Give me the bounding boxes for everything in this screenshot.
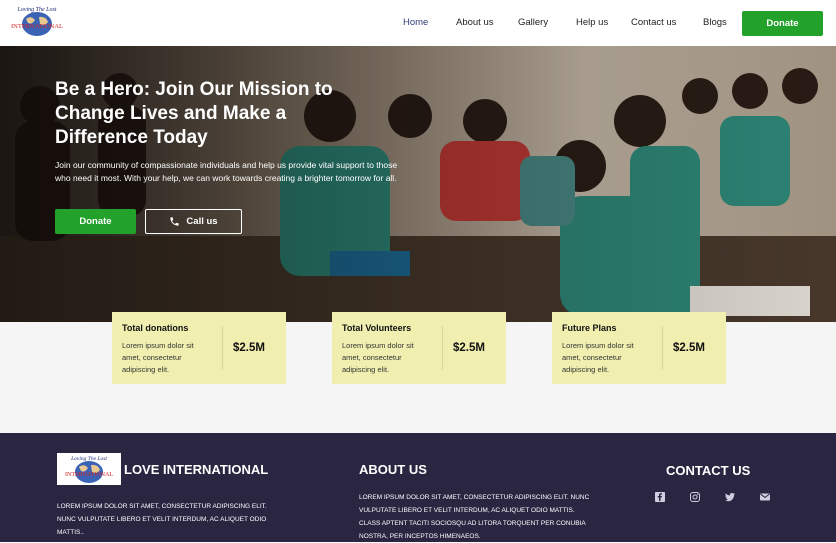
site-header: Loving The Lost INTERNATIONAL Home About… (0, 0, 836, 46)
hero-call-button[interactable]: Call us (145, 209, 242, 234)
instagram-icon[interactable] (689, 491, 701, 503)
logo-script: Loving The Lost (16, 7, 56, 13)
footer-about-heading: ABOUT US (359, 462, 427, 477)
hero-title: Be a Hero: Join Our Mission to Change Li… (55, 79, 333, 148)
stat-title: Future Plans (562, 323, 617, 333)
footer-contact-heading: CONTACT US (666, 463, 751, 478)
stat-description: Lorem ipsum dolor sit amet, consectetur … (342, 341, 414, 374)
hero-call-label: Call us (186, 216, 218, 227)
hero-description: Join our community of compassionate indi… (55, 160, 398, 183)
stat-description: Lorem ipsum dolor sit amet, consectetur … (122, 341, 194, 374)
stat-divider (222, 326, 223, 370)
site-footer: Loving The Lost INTERNATIONAL LOVE INTER… (0, 433, 836, 542)
footer-about-text: LOREM IPSUM DOLOR SIT AMET, CONSECTETUR … (359, 494, 590, 540)
nav-contact-us[interactable]: Contact us (631, 17, 676, 28)
footer-logo[interactable]: Loving The Lost INTERNATIONAL (57, 453, 121, 485)
twitter-icon[interactable] (724, 491, 736, 503)
header-donate-button[interactable]: Donate (742, 11, 823, 36)
stat-value: $2.5M (233, 342, 265, 354)
footer-logo-image: Loving The Lost INTERNATIONAL (65, 456, 113, 483)
footer-brand-text: LOREM IPSUM DOLOR SIT AMET, CONSECTETUR … (57, 503, 267, 536)
stat-divider (662, 326, 663, 370)
logo-wordmark: INTERNATIONAL (11, 23, 63, 30)
mail-icon[interactable] (759, 491, 771, 503)
phone-icon (170, 217, 180, 226)
social-links (654, 491, 774, 505)
stat-divider (442, 326, 443, 370)
nav-about-us[interactable]: About us (456, 17, 494, 28)
nav-help-us[interactable]: Help us (576, 17, 608, 28)
site-logo[interactable]: Loving The Lost INTERNATIONAL (4, 3, 70, 39)
logo-image: Loving The Lost INTERNATIONAL (11, 7, 63, 36)
footer-brand-name: LOVE INTERNATIONAL (124, 462, 269, 477)
stat-value: $2.5M (673, 342, 705, 354)
stat-title: Total donations (122, 323, 189, 333)
facebook-icon[interactable] (654, 491, 666, 503)
hero-section: Be a Hero: Join Our Mission to Change Li… (0, 46, 836, 322)
stat-value: $2.5M (453, 342, 485, 354)
stat-title: Total Volunteers (342, 323, 412, 333)
footer-logo-script: Loving The Lost (70, 456, 107, 462)
stat-card-future-plans: Future Plans Lorem ipsum dolor sit amet,… (552, 312, 726, 384)
stat-card-donations: Total donations Lorem ipsum dolor sit am… (112, 312, 286, 384)
stat-card-volunteers: Total Volunteers Lorem ipsum dolor sit a… (332, 312, 506, 384)
nav-gallery[interactable]: Gallery (518, 17, 548, 28)
footer-logo-wordmark: INTERNATIONAL (65, 472, 113, 478)
nav-blogs[interactable]: Blogs (703, 17, 727, 28)
stat-description: Lorem ipsum dolor sit amet, consectetur … (562, 341, 634, 374)
hero-donate-button[interactable]: Donate (55, 209, 136, 234)
stats-section: Total donations Lorem ipsum dolor sit am… (0, 312, 836, 433)
nav-home[interactable]: Home (403, 17, 428, 28)
